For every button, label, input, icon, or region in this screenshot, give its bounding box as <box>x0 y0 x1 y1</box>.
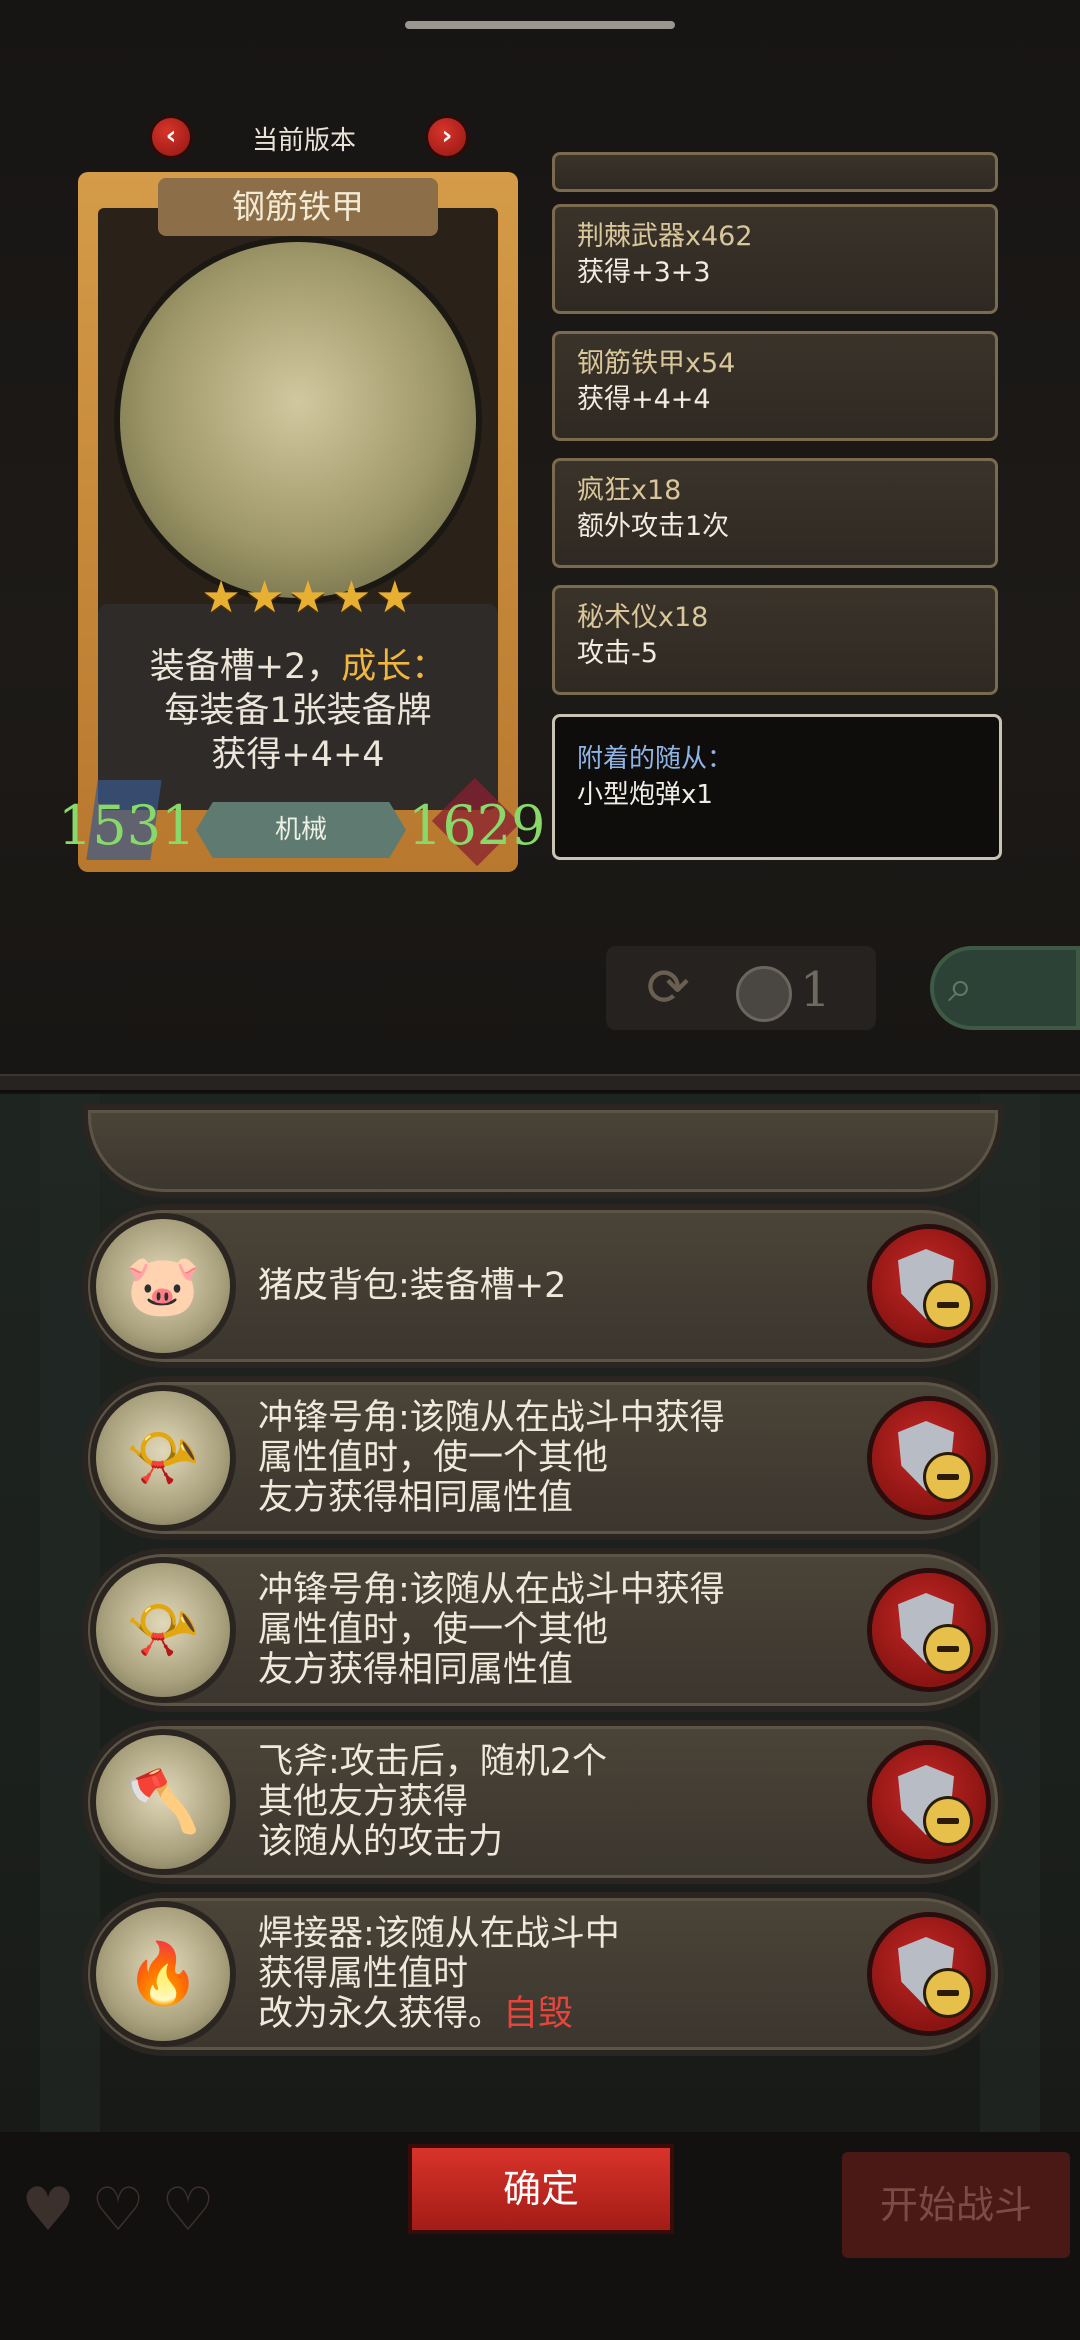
buff-item: 秘术仪x18 攻击-5 <box>552 585 998 695</box>
equipment-text: 飞斧:攻击后，随机2个 其他友方获得 该随从的攻击力 <box>258 1742 608 1862</box>
attached-minions-panel: 附着的随从： 小型炮弹x1 <box>552 714 1002 860</box>
buff-effect: 攻击-5 <box>577 638 658 669</box>
heart-icon: ♡ <box>91 2175 145 2245</box>
tribe-badge: 机械 <box>196 802 406 858</box>
attached-title: 附着的随从： <box>577 744 734 774</box>
pig-backpack-icon: 🐷 <box>96 1219 230 1353</box>
equipment-text: 冲锋号角:该随从在战斗中获得 属性值时，使一个其他 友方获得相同属性值 <box>258 1570 725 1690</box>
minus-icon <box>926 1627 970 1671</box>
attack-value: 1531 <box>58 794 196 857</box>
remove-equipment-button[interactable] <box>872 1917 986 2031</box>
next-version-button[interactable]: › <box>428 118 466 156</box>
home-indicator <box>405 21 675 29</box>
buff-effect: 额外攻击1次 <box>577 511 730 542</box>
self-destruct-tag: 自毁 <box>503 1994 574 2034</box>
remove-equipment-button[interactable] <box>872 1745 986 1859</box>
version-label: 当前版本 <box>252 126 357 156</box>
equipment-text: 猪皮背包:装备槽+2 <box>258 1266 567 1306</box>
heart-icon: ♥ <box>21 2175 75 2245</box>
equipment-text: 焊接器:该随从在战斗中 获得属性值时 改为永久获得。自毁 <box>258 1914 620 2034</box>
horn-icon: 📯 <box>96 1391 230 1525</box>
axe-icon: 🪓 <box>96 1735 230 1869</box>
equipment-row-partial <box>88 1110 998 1192</box>
start-battle-button[interactable]: 开始战斗 <box>842 2152 1070 2258</box>
buff-effect: 获得+4+4 <box>577 384 711 415</box>
minus-icon <box>926 1455 970 1499</box>
coin-count: 1 <box>800 962 831 1018</box>
minus-icon <box>926 1971 970 2015</box>
search-icon: ⌕ <box>948 961 973 1012</box>
confirm-button[interactable]: 确定 <box>412 2148 670 2230</box>
divider <box>0 1074 1080 1092</box>
remove-equipment-button[interactable] <box>872 1401 986 1515</box>
growth-keyword: 成长： <box>341 647 447 687</box>
minus-icon <box>926 1283 970 1327</box>
buff-item-partial <box>552 152 998 192</box>
remove-equipment-button[interactable] <box>872 1229 986 1343</box>
attached-item: 小型炮弹x1 <box>577 780 713 810</box>
buff-effect: 获得+3+3 <box>577 257 711 288</box>
heart-icon: ♡ <box>161 2175 215 2245</box>
health-value: 1629 <box>408 794 546 857</box>
buff-item: 荆棘武器x462 获得+3+3 <box>552 204 998 314</box>
card-desc-line3: 获得+4+4 <box>211 735 385 775</box>
buff-name: 荆棘武器x462 <box>577 221 753 252</box>
buff-name: 钢筋铁甲x54 <box>577 348 736 379</box>
equipment-text: 冲锋号角:该随从在战斗中获得 属性值时，使一个其他 友方获得相同属性值 <box>258 1398 725 1518</box>
refresh-icon[interactable]: ⟳ <box>640 960 696 1016</box>
buff-item: 疯狂x18 额外攻击1次 <box>552 458 998 568</box>
card-portrait <box>120 242 476 598</box>
crown-coin-icon <box>736 966 792 1022</box>
card-name: 钢筋铁甲 <box>158 178 438 236</box>
welder-icon: 🔥 <box>96 1907 230 2041</box>
star-rating: ★★★★★ <box>201 572 419 623</box>
prev-version-button[interactable]: ‹ <box>152 118 190 156</box>
horn-icon: 📯 <box>96 1563 230 1697</box>
buff-item: 钢筋铁甲x54 获得+4+4 <box>552 331 998 441</box>
buff-name: 秘术仪x18 <box>577 602 709 633</box>
minus-icon <box>926 1799 970 1843</box>
buff-name: 疯狂x18 <box>577 475 682 506</box>
remove-equipment-button[interactable] <box>872 1573 986 1687</box>
